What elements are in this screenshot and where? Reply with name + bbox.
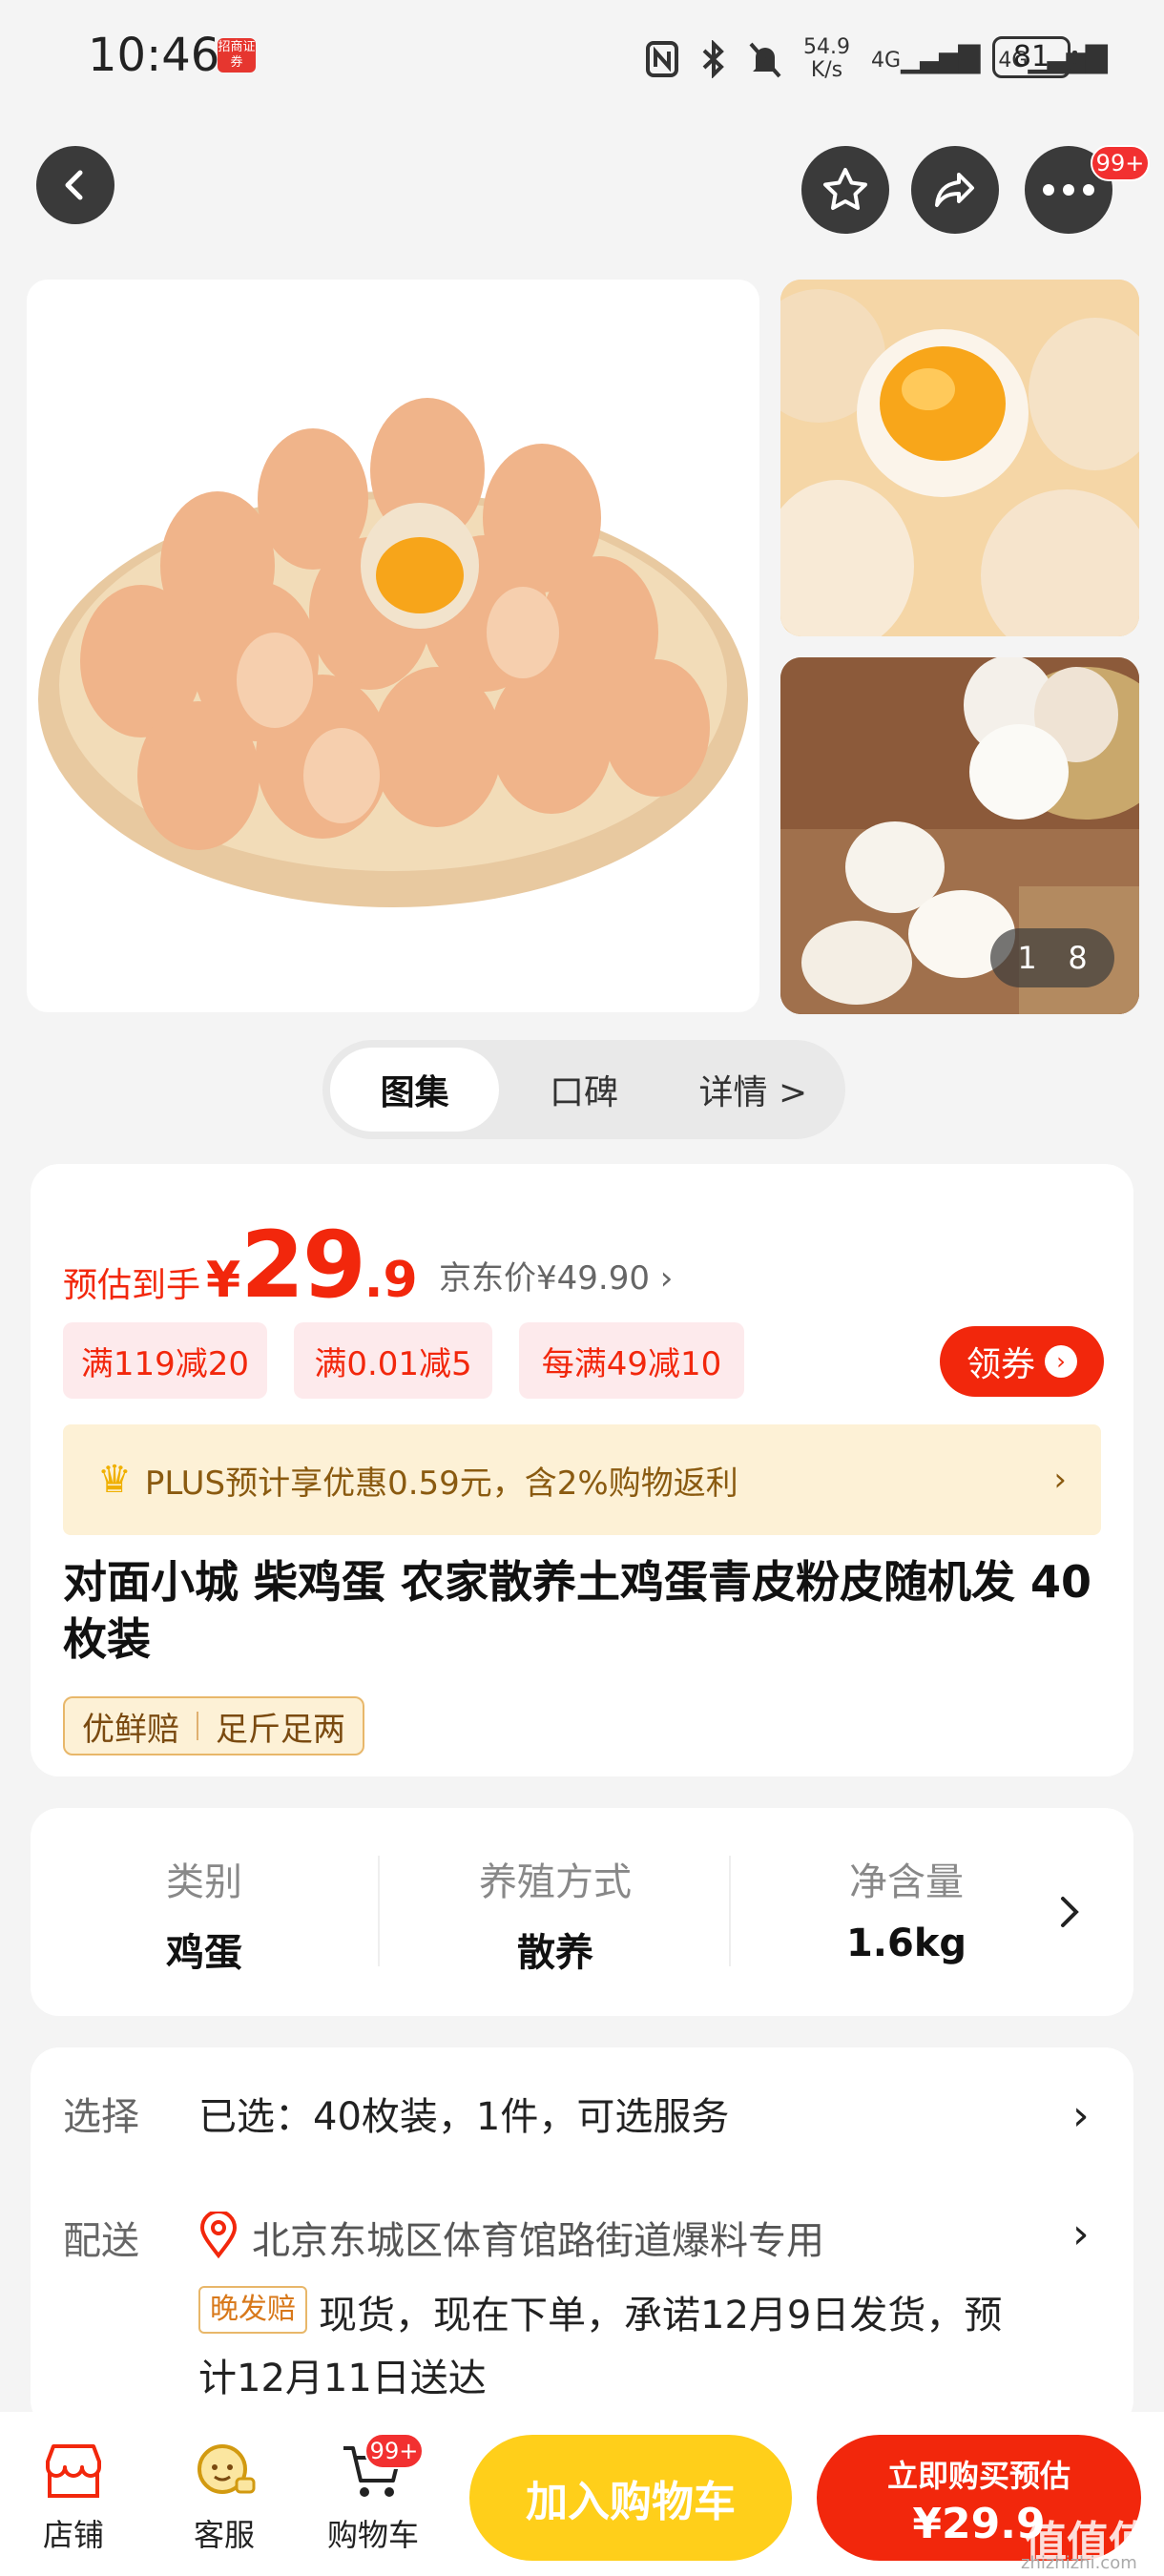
share-icon xyxy=(935,173,974,207)
price-integer: 29 xyxy=(240,1212,366,1319)
chevron-left-icon xyxy=(65,170,83,200)
shop-button[interactable]: 店铺 xyxy=(21,2435,126,2555)
add-to-cart-button[interactable]: 加入购物车 xyxy=(469,2435,792,2561)
share-button[interactable] xyxy=(911,146,999,234)
status-time: 10:46 xyxy=(88,29,220,82)
coupon-tag-3[interactable]: 每满49减10 xyxy=(519,1322,744,1399)
egg-basket-image xyxy=(38,398,748,907)
watermark-url: zhizhizhi.com xyxy=(1021,2553,1137,2573)
delivery-estimate-line1: 现货，现在下单，承诺12月9日发货，预 xyxy=(319,2294,1003,2337)
delivery-estimate-line2: 计12月11日送达 xyxy=(198,2357,487,2400)
section-tabs: 图集 口碑 详情 > xyxy=(322,1040,845,1139)
tag-full-weight: 足斤足两 xyxy=(216,1710,345,1749)
location-pin-icon xyxy=(199,2212,238,2259)
gallery-counter: 1 8 xyxy=(990,928,1114,987)
gallery-counter-total: 8 xyxy=(1068,940,1088,976)
spec-net-content: 净含量 1.6kg xyxy=(763,1851,1050,1965)
more-badge: 99+ xyxy=(1091,145,1150,181)
spec-divider xyxy=(378,1856,380,1966)
side-image-yolk[interactable] xyxy=(780,280,1139,636)
star-icon xyxy=(823,168,867,210)
delivery-label: 配送 xyxy=(63,2219,139,2263)
shop-label: 店铺 xyxy=(42,2517,104,2553)
spec-divider xyxy=(729,1856,731,1966)
brand-badge-icon: 招商证券 xyxy=(218,38,256,73)
nfc-icon xyxy=(646,41,678,77)
chevron-right-icon: › xyxy=(1053,1461,1067,1499)
estimated-price-label: 预估到手 xyxy=(63,1266,201,1305)
tag-fresh-compensation: 优鲜赔 xyxy=(82,1710,179,1749)
more-dots-icon xyxy=(1043,184,1094,196)
battery-icon: 81 xyxy=(992,36,1077,78)
guarantee-tags[interactable]: 优鲜赔 足斤足两 xyxy=(63,1696,364,1755)
tab-details[interactable]: 详情 > xyxy=(669,1048,838,1132)
gallery-counter-current: 1 xyxy=(1017,940,1037,976)
price-currency: ¥ xyxy=(206,1252,241,1309)
egg-yolk-image xyxy=(780,280,1139,636)
plus-member-text: PLUS预计享优惠0.59元，含2%购物返利 xyxy=(144,1464,738,1503)
status-bar: 10:46 招商证券 54.9 K/s 4G▁▃▅▇ 4G▁▃▅▇ 81 xyxy=(0,0,1164,114)
spec-value: 鸡蛋 xyxy=(166,1931,242,1975)
mute-bell-icon xyxy=(749,42,781,78)
spec-value: 1.6kg xyxy=(845,1922,967,1965)
jd-price-link[interactable]: 京东价¥49.90 › xyxy=(439,1252,673,1298)
price-decimal: .9 xyxy=(364,1252,418,1309)
net-speed: 54.9 K/s xyxy=(803,35,850,82)
bluetooth-icon xyxy=(702,40,724,78)
customer-service-button[interactable]: 客服 xyxy=(172,2435,277,2555)
customer-service-label: 客服 xyxy=(193,2517,255,2553)
select-label: 选择 xyxy=(63,2095,139,2139)
cart-label: 购物车 xyxy=(326,2517,419,2553)
product-title: 对面小城 柴鸡蛋 农家散养土鸡蛋青皮粉皮随机发 40枚装 xyxy=(63,1556,1092,1665)
coupon-tag-1[interactable]: 满119减20 xyxy=(63,1322,267,1399)
shop-icon xyxy=(46,2444,101,2498)
get-coupon-label: 领券 xyxy=(966,1345,1035,1384)
chevron-right-icon xyxy=(1061,1897,1079,1927)
chevron-right-icon[interactable]: › xyxy=(1072,2091,1090,2140)
tab-gallery[interactable]: 图集 xyxy=(330,1048,500,1132)
customer-service-icon xyxy=(197,2444,256,2494)
coupon-tag-2[interactable]: 满0.01减5 xyxy=(294,1322,492,1399)
back-button[interactable] xyxy=(36,146,114,224)
spec-key: 净含量 xyxy=(849,1860,964,1904)
tag-divider xyxy=(197,1712,198,1740)
spec-key: 养殖方式 xyxy=(479,1860,632,1904)
main-product-image[interactable] xyxy=(27,280,759,1012)
late-delivery-compensation-tag: 晚发赔 xyxy=(198,2286,307,2334)
select-summary[interactable]: 已选：40枚装，1件，可选服务 xyxy=(198,2086,729,2141)
chevron-right-icon: › xyxy=(1045,1345,1077,1378)
get-coupon-button[interactable]: 领券 › xyxy=(940,1326,1104,1397)
tab-reviews[interactable]: 口碑 xyxy=(499,1048,668,1132)
delivery-address[interactable]: 北京东城区体育馆路街道爆料专用 xyxy=(252,2210,824,2265)
chevron-right-icon[interactable]: › xyxy=(1072,2210,1090,2258)
estimated-price: 预估到手 ¥ 29 .9 xyxy=(63,1212,418,1319)
plus-member-bar[interactable]: ♛ PLUS预计享优惠0.59元，含2%购物返利 › xyxy=(63,1424,1101,1535)
buy-now-label: 立即购买预估 xyxy=(886,2458,1070,2494)
favorite-button[interactable] xyxy=(801,146,889,234)
spec-category: 类别 鸡蛋 xyxy=(61,1851,347,1977)
cart-badge: 99+ xyxy=(364,2433,424,2469)
spec-farming-method: 养殖方式 散养 xyxy=(412,1851,698,1977)
signal-4g-1: 4G▁▃▅▇ xyxy=(870,40,980,74)
spec-key: 类别 xyxy=(166,1860,242,1904)
spec-value: 散养 xyxy=(517,1931,593,1975)
crown-icon: ♛ xyxy=(97,1458,132,1502)
